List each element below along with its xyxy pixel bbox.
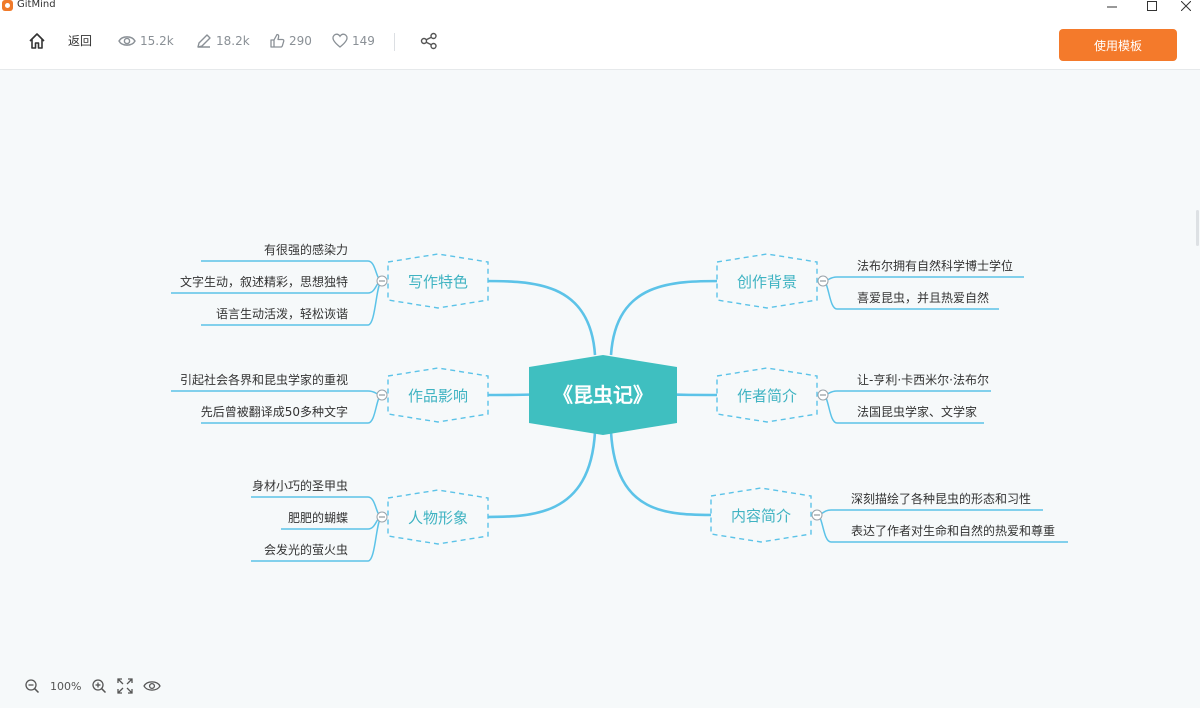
child-node-label[interactable]: 引起社会各界和昆虫学家的重视: [180, 372, 348, 387]
child-node-label[interactable]: 深刻描绘了各种昆虫的形态和习性: [851, 491, 1031, 506]
preview-button[interactable]: [143, 679, 162, 693]
child-node-label[interactable]: 表达了作者对生命和自然的热爱和尊重: [851, 523, 1055, 538]
zoom-controls: 100%: [24, 676, 171, 696]
child-node-label[interactable]: 语言生动活泼，轻松诙谐: [216, 307, 348, 321]
child-node-label[interactable]: 先后曾被翻译成50多种文字: [201, 404, 348, 419]
branch-connector: [481, 279, 597, 356]
zoom-in-button[interactable]: [91, 678, 107, 694]
child-connector: [822, 276, 1024, 282]
zoom-out-button[interactable]: [24, 678, 40, 694]
branch-connector: [481, 431, 597, 519]
child-node-label[interactable]: 让-亨利·卡西米尔·法布尔: [857, 372, 989, 387]
child-node-label[interactable]: 身材小巧的圣甲虫: [252, 478, 348, 493]
child-node-label[interactable]: 肥肥的蝴蝶: [288, 510, 348, 525]
child-node-label[interactable]: 法布尔拥有自然科学博士学位: [857, 258, 1013, 273]
branch-node-label: 作品影响: [408, 387, 468, 405]
branch-connector: [609, 431, 718, 517]
branch-node-label: 作者简介: [737, 387, 797, 405]
fullscreen-icon: [117, 678, 134, 694]
child-connector: [171, 390, 383, 396]
branch-node-label: 写作特色: [408, 273, 468, 291]
branch-connector: [609, 279, 724, 356]
root-node-label: 《昆虫记》: [553, 383, 653, 407]
child-node-label[interactable]: 文字生动，叙述精彩，思想独特: [180, 274, 348, 289]
child-node-label[interactable]: 法国昆虫学家、文学家: [857, 404, 977, 419]
branch-node-label: 创作背景: [737, 273, 797, 291]
mindmap-svg: 《昆虫记》 写作特色 有很强的感染力文字生动，叙述精彩，思想独特语言生动活泼，轻松诙…: [171, 242, 1068, 562]
fit-screen-button[interactable]: [117, 678, 134, 694]
branch-node-label: 内容简介: [731, 507, 791, 525]
child-connector: [816, 509, 1043, 516]
child-connector: [822, 390, 991, 396]
child-node-label[interactable]: 喜爱昆虫，并且热爱自然: [857, 290, 989, 305]
zoom-level: 100%: [50, 679, 82, 693]
zoom-out-icon: [25, 679, 40, 694]
zoom-in-icon: [92, 679, 107, 694]
eye-icon: [143, 681, 162, 691]
child-node-label[interactable]: 会发光的萤火虫: [264, 542, 348, 557]
branch-node-label: 人物形象: [408, 509, 468, 527]
child-node-label[interactable]: 有很强的感染力: [264, 242, 348, 257]
